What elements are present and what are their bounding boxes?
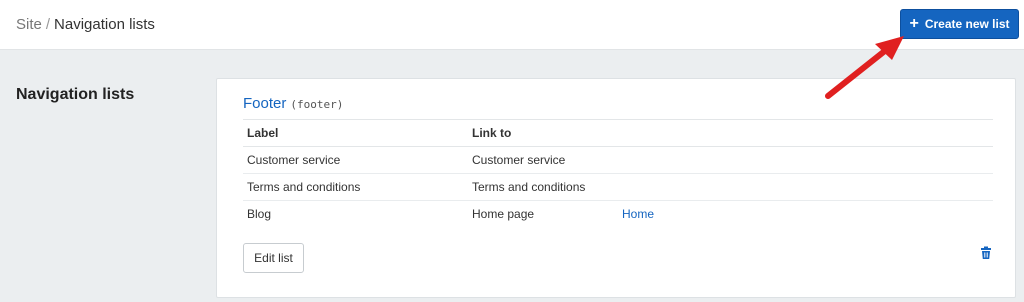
row-label: Customer service [243,146,468,174]
table-header-row: Label Link to [243,119,993,147]
navigation-items-table: Label Link to Customer service Customer … [243,119,993,228]
row-label: Terms and conditions [243,173,468,201]
table-row: Terms and conditions Terms and condition… [243,173,993,201]
breadcrumb: Site / Navigation lists [16,16,155,33]
top-header: Site / Navigation lists + Create new list [0,0,1024,50]
table-row: Blog Home page Home [243,201,993,228]
create-new-list-label: Create new list [924,17,1010,31]
column-header-label: Label [243,119,468,147]
row-extra [618,146,993,174]
breadcrumb-current: Navigation lists [54,16,155,33]
section-title: Navigation lists [16,86,135,103]
list-name-link[interactable]: Footer [243,95,286,112]
row-link-to: Terms and conditions [468,173,618,201]
row-extra [618,173,993,201]
create-new-list-button[interactable]: + Create new list [900,9,1019,39]
row-label: Blog [247,207,272,222]
edit-list-button[interactable]: Edit list [243,243,304,273]
row-link-to: Home page [472,207,535,222]
breadcrumb-separator: / [45,16,51,33]
row-home-link[interactable]: Home [618,201,993,228]
navigation-list-card: Footer (footer) Label Link to Customer se… [216,78,1016,298]
row-link-to: Customer service [468,146,618,174]
trash-icon[interactable] [979,246,993,260]
list-title: Footer (footer) [243,95,343,112]
column-header-extra [618,119,993,147]
plus-icon: + [909,15,919,32]
list-handle: (footer) [290,98,344,111]
breadcrumb-site-link[interactable]: Site [16,16,42,33]
table-row: Customer service Customer service [243,146,993,174]
column-header-link-to: Link to [468,119,618,147]
